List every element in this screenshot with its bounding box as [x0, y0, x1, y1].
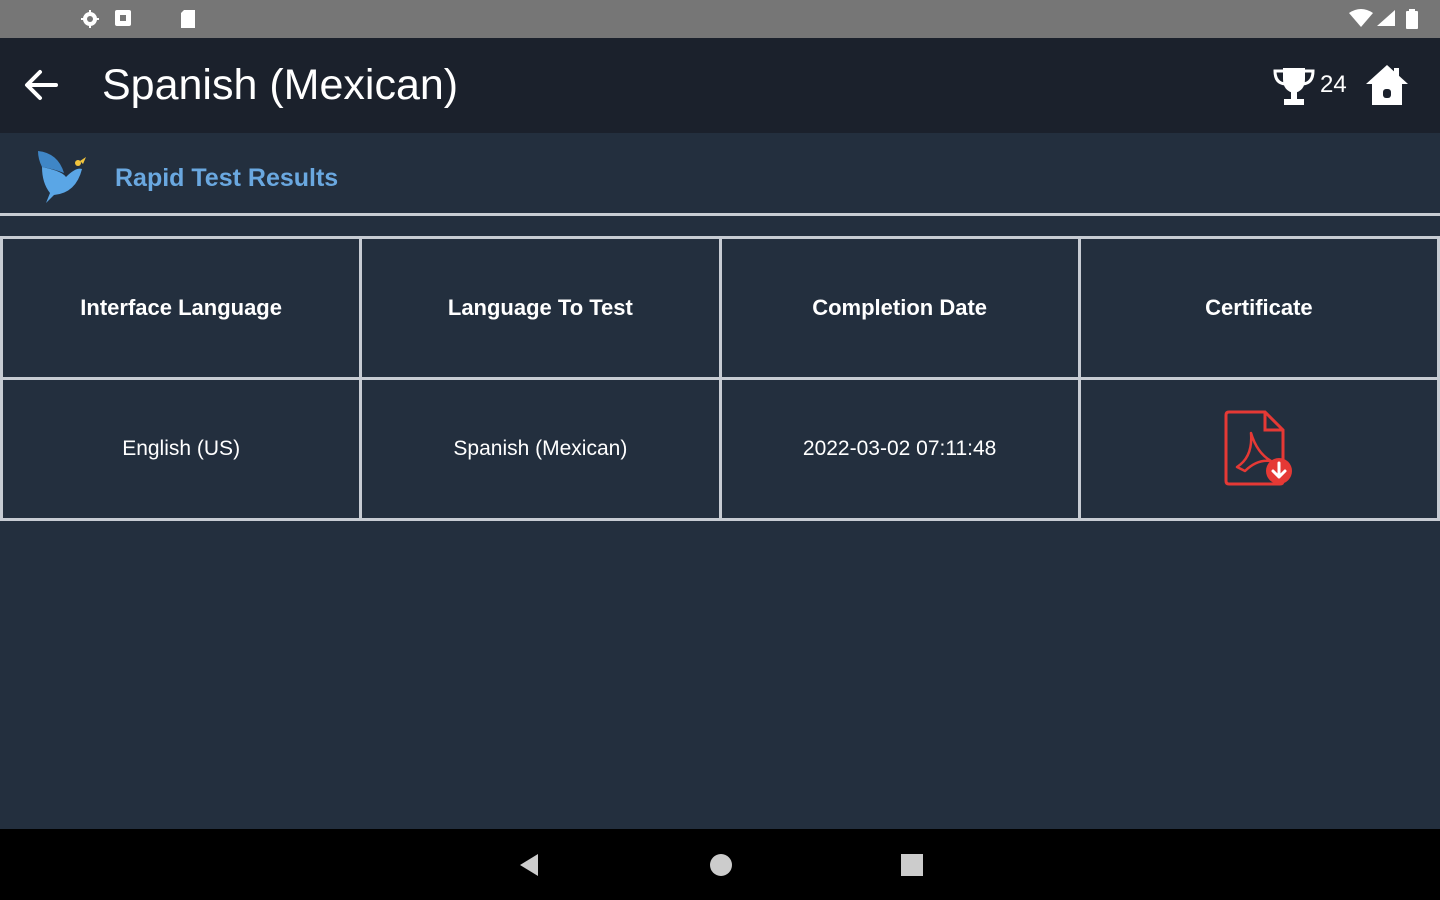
- sd-card-icon: [181, 10, 195, 28]
- nav-recents-icon[interactable]: [899, 852, 925, 878]
- notification-icon: [115, 10, 131, 26]
- cell-language-to-test: Spanish (Mexican): [362, 380, 719, 518]
- wifi-icon: [1349, 9, 1373, 27]
- column-header-interface-language: Interface Language: [3, 239, 360, 377]
- battery-icon: [1406, 9, 1418, 29]
- signal-icon: [1377, 10, 1395, 26]
- cell-certificate: [1080, 380, 1437, 518]
- column-header-completion-date: Completion Date: [721, 239, 1078, 377]
- settings-icon: [81, 10, 99, 28]
- status-bar: [0, 0, 1440, 38]
- cell-interface-language: English (US): [3, 380, 360, 518]
- results-table: Interface Language Language To Test Comp…: [0, 236, 1440, 521]
- subheader: Rapid Test Results: [0, 133, 1440, 213]
- trophy-icon[interactable]: [1272, 65, 1316, 107]
- cell-completion-date: 2022-03-02 07:11:48: [721, 380, 1078, 518]
- column-header-certificate: Certificate: [1080, 239, 1437, 377]
- bird-logo-icon: [38, 151, 86, 203]
- page-title: Spanish (Mexican): [102, 61, 459, 109]
- pdf-download-icon[interactable]: [1223, 409, 1295, 489]
- nav-home-icon[interactable]: [708, 852, 734, 878]
- section-title: Rapid Test Results: [115, 164, 339, 192]
- app-bar: Spanish (Mexican) 24: [0, 38, 1440, 133]
- navigation-bar: [0, 829, 1440, 900]
- divider: [0, 213, 1440, 216]
- home-icon[interactable]: [1364, 62, 1410, 108]
- trophy-count: 24: [1320, 71, 1347, 98]
- nav-back-icon[interactable]: [516, 852, 542, 878]
- back-arrow-icon[interactable]: [18, 62, 64, 108]
- column-header-language-to-test: Language To Test: [362, 239, 719, 377]
